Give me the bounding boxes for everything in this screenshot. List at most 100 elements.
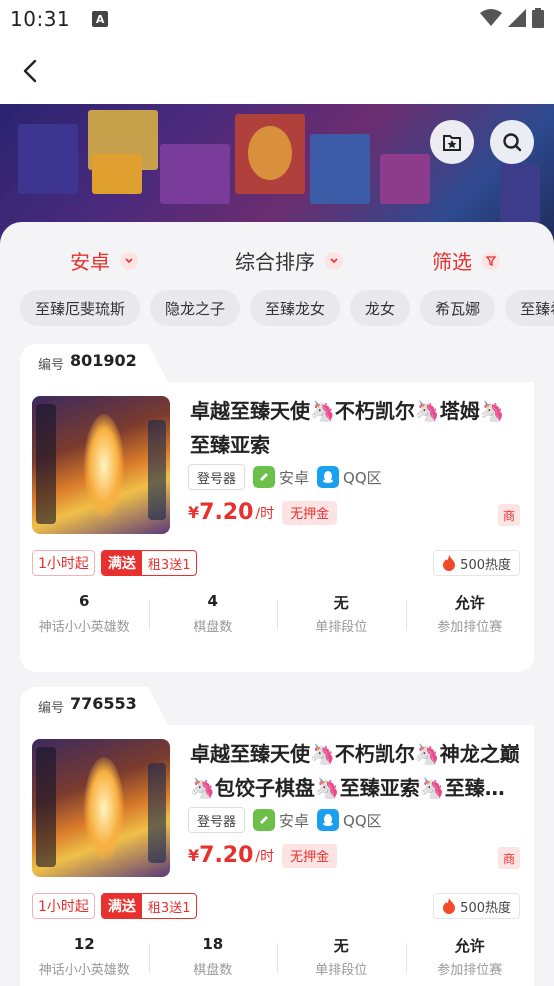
region-label: QQ区 [343,468,382,487]
price-row: ¥ 7.20 /时 无押金 [188,843,338,868]
stat-value: 4 [207,592,218,610]
android-icon [253,466,276,488]
deal-badge-title: 满送 [101,551,142,575]
platform-filter[interactable]: 安卓 [70,246,138,275]
stat-item: 无 单排段位 [277,935,406,981]
account-title: 卓越至臻天使🦄不朽凯尔🦄塔姆🦄至臻亚索 [190,399,505,457]
hero-tag[interactable]: 龙女 [350,290,411,326]
filter-icon [482,251,500,270]
stat-value: 18 [202,935,224,953]
stat-label: 神话小小英雄数 [38,620,130,635]
qq-icon [317,809,340,831]
content-panel: 安卓 综合排序 筛选 至臻厄斐琉斯 隐龙之子 至臻龙女 龙女 希瓦娜 至臻希 [0,222,554,986]
stat-label: 参加排位赛 [437,620,503,635]
login-tool-tag: 登号器 [188,807,246,833]
price-currency: ¥ [188,503,200,522]
platform-filter-label: 安卓 [70,250,110,274]
account-stats: 6 神话小小英雄数 4 棋盘数 无 单排段位 允许 参加排位赛 [20,592,534,638]
back-button[interactable] [16,56,44,86]
price-value: 7.20 [199,500,254,525]
notification-icon: A [92,11,109,27]
min-hours-badge: 1小时起 [32,893,95,919]
price-unit: /时 [255,848,275,865]
account-card[interactable]: 编号 801902 卓越至臻天使🦄不朽凯尔🦄塔姆🦄至臻亚索 登号器 安卓 QQ区 [20,344,534,672]
deal-badge-detail: 租3送1 [147,900,191,916]
stat-value: 12 [73,935,95,953]
card-id-number: 776553 [70,694,137,713]
hero-tag[interactable]: 隐龙之子 [150,290,241,326]
fire-icon [443,898,456,914]
stat-item: 允许 参加排位赛 [405,592,535,638]
favorite-button[interactable] [430,120,474,164]
stat-label: 棋盘数 [193,620,233,635]
stat-item: 6 神话小小英雄数 [20,592,149,638]
favorite-icon [443,135,461,151]
account-stats: 12 神话小小英雄数 18 棋盘数 无 单排段位 允许 参加排位赛 [20,935,534,981]
stat-value: 无 [333,594,349,612]
stat-label: 单排段位 [315,963,368,978]
account-title: 卓越至臻天使🦄不朽凯尔🦄神龙之巅🦄包饺子棋盘🦄至臻亚索🦄至臻辛… [190,742,520,800]
stat-item: 4 棋盘数 [148,592,278,638]
android-icon [253,809,276,831]
stat-label: 参加排位赛 [437,963,503,978]
stat-item: 无 单排段位 [277,592,406,638]
stat-item: 允许 参加排位赛 [405,935,535,981]
account-thumbnail[interactable] [32,396,170,534]
platform-label: 安卓 [279,811,310,830]
region-label: QQ区 [343,811,382,830]
login-tool-tag: 登号器 [188,464,246,490]
stat-label: 单排段位 [315,620,368,635]
hero-tag[interactable]: 至臻希 [505,290,554,326]
platform-tag: 安卓 [253,809,309,831]
stat-value: 允许 [454,937,485,955]
hero-tag[interactable]: 至臻龙女 [250,290,341,326]
heat-badge: 500热度 [433,893,520,919]
deposit-badge: 无押金 [282,500,338,525]
account-meta: 登号器 安卓 QQ区 [188,464,382,490]
merchant-badge: 商 [498,847,520,869]
region-tag: QQ区 [317,809,382,831]
battery-icon [532,8,544,28]
stat-item: 12 神话小小英雄数 [20,935,149,981]
deal-badge-detail: 租3送1 [147,557,191,573]
card-id-label: 编号 [38,358,65,373]
nav-bar [0,38,554,104]
platform-tag: 安卓 [253,466,309,488]
stat-value: 允许 [454,594,485,612]
search-icon [503,133,522,152]
account-thumbnail[interactable] [32,739,170,877]
filter-bar: 安卓 综合排序 筛选 [0,222,554,298]
stat-value: 6 [79,592,90,610]
screen-filter[interactable]: 筛选 [432,246,500,275]
heat-badge: 500热度 [433,550,520,576]
deposit-badge: 无押金 [282,843,338,868]
account-card[interactable]: 编号 776553 卓越至臻天使🦄不朽凯尔🦄神龙之巅🦄包饺子棋盘🦄至臻亚索🦄至臻… [20,687,534,986]
platform-label: 安卓 [279,468,310,487]
sort-filter[interactable]: 综合排序 [235,246,343,275]
stat-label: 棋盘数 [193,963,233,978]
deal-badge: 满送 租3送1 [100,550,198,576]
card-id-number: 801902 [70,351,137,370]
status-icons [480,8,544,28]
min-hours-badge: 1小时起 [32,550,95,576]
qq-icon [317,466,340,488]
chevron-down-icon [120,251,138,270]
sort-filter-label: 综合排序 [235,250,315,274]
status-time: 10:31 [10,7,71,31]
hero-tag[interactable]: 希瓦娜 [420,290,496,326]
wifi-icon [480,9,502,26]
promo-row: 1小时起 满送 租3送1 [32,550,198,576]
fire-icon [443,555,456,571]
price-value: 7.20 [199,843,254,868]
card-id-label: 编号 [38,701,65,716]
account-meta: 登号器 安卓 QQ区 [188,807,382,833]
hero-tag[interactable]: 至臻厄斐琉斯 [20,290,141,326]
region-tag: QQ区 [317,466,382,488]
chevron-down-icon [325,251,343,270]
screen-filter-label: 筛选 [432,250,472,274]
price-row: ¥ 7.20 /时 无押金 [188,500,338,525]
stat-item: 18 棋盘数 [148,935,278,981]
search-button[interactable] [490,120,534,164]
stat-value: 无 [333,937,349,955]
back-arrow-icon [23,59,37,83]
